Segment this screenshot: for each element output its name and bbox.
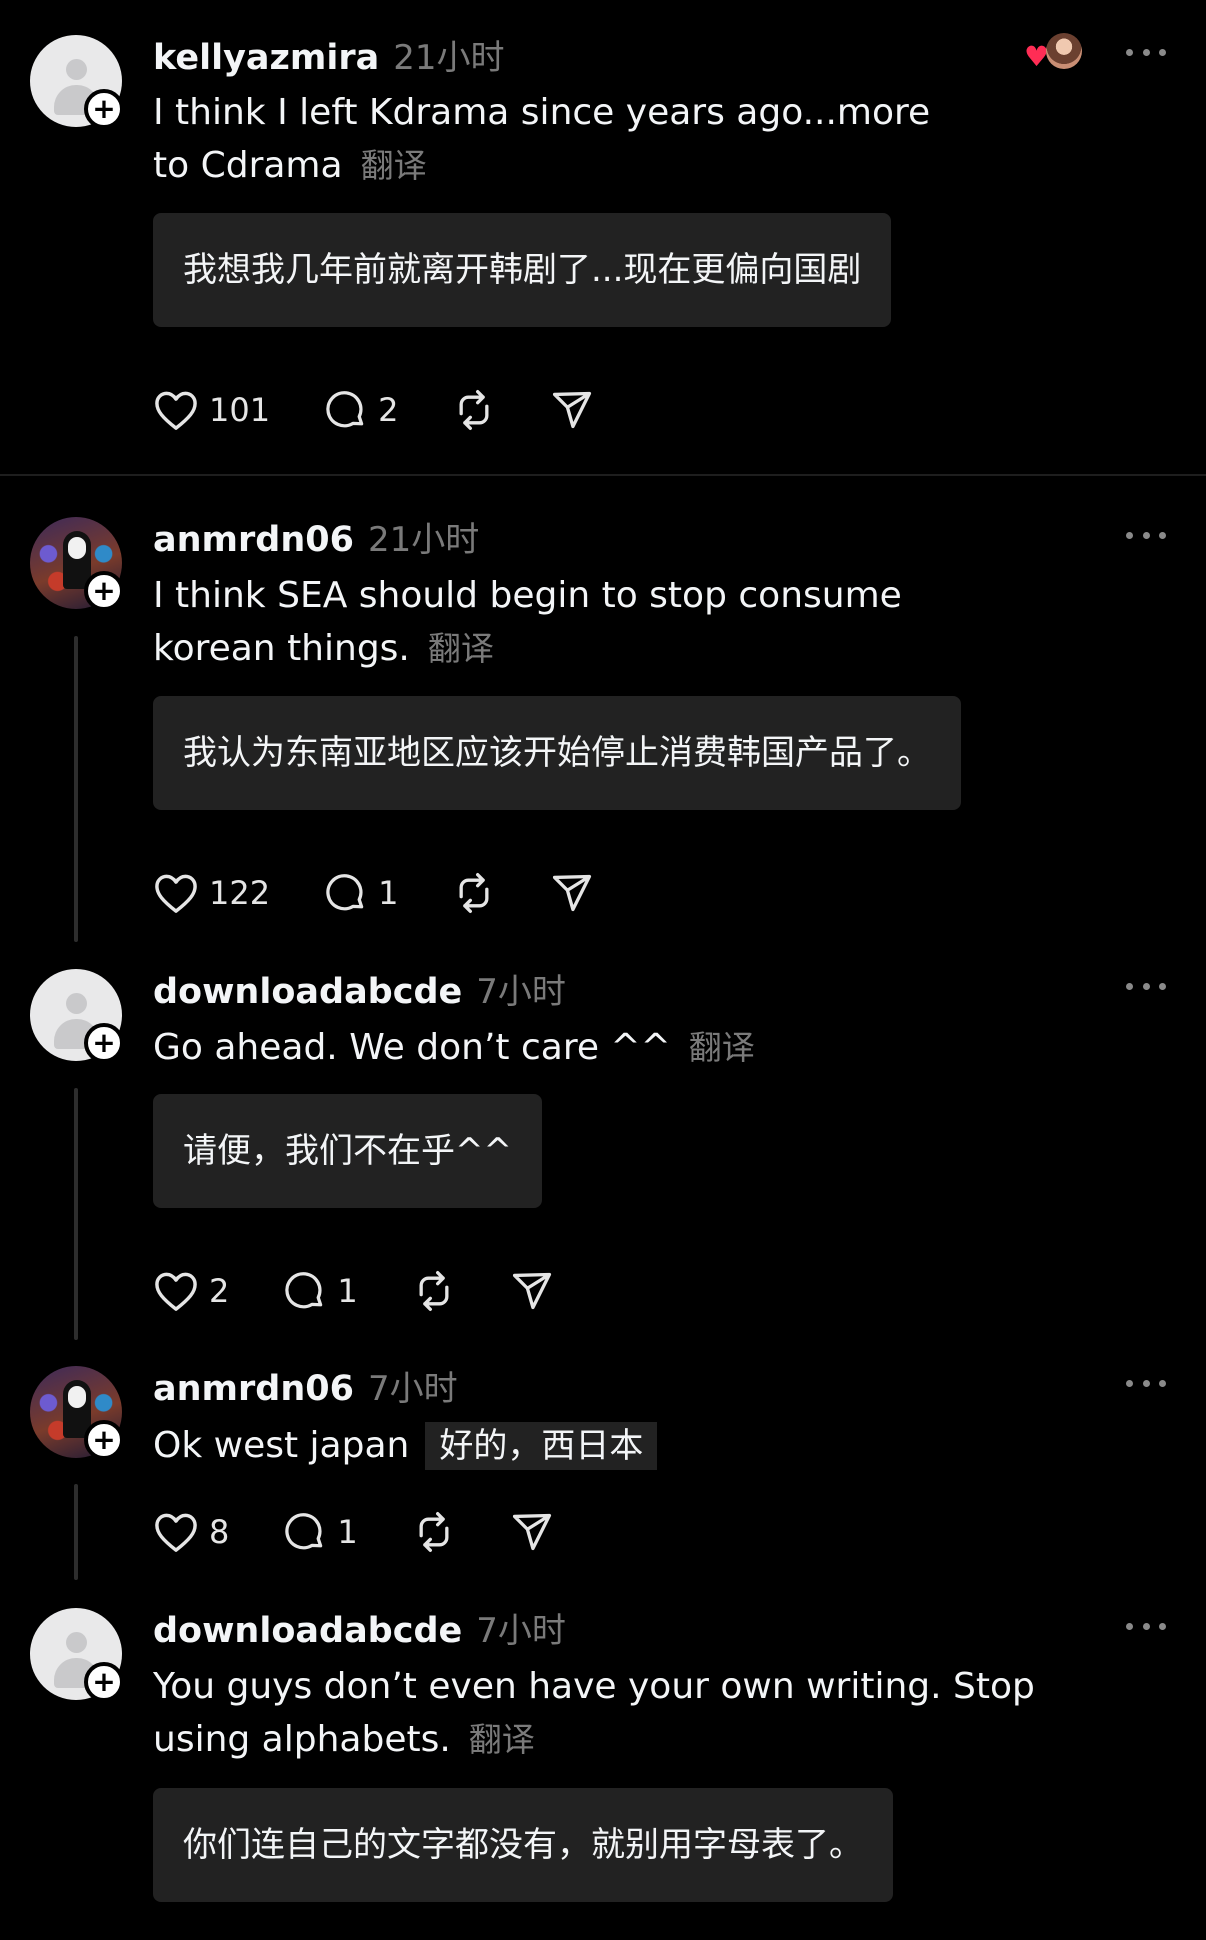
username[interactable]: kellyazmira 21小时 xyxy=(153,30,504,79)
thread-line xyxy=(74,636,78,942)
share-button[interactable] xyxy=(510,1510,554,1554)
post-text: You guys don’t even have your own writin… xyxy=(153,1666,1035,1760)
follow-plus-icon[interactable]: + xyxy=(84,1023,124,1063)
reply-count: 1 xyxy=(337,1513,358,1551)
send-icon xyxy=(553,391,592,429)
action-bar: 8 1 xyxy=(153,1507,608,1557)
like-button[interactable]: 101 xyxy=(153,389,270,431)
translation-box: 我想我几年前就离开韩剧了...现在更偏向国剧 xyxy=(153,213,892,327)
like-count: 122 xyxy=(209,874,271,912)
repost-icon xyxy=(419,1512,449,1552)
translate-link[interactable]: 翻译 xyxy=(689,1028,755,1067)
post-time: 7小时 xyxy=(476,1611,566,1651)
reply-button[interactable]: 1 xyxy=(324,871,398,915)
post-time: 7小时 xyxy=(367,1369,458,1409)
send-icon xyxy=(512,1272,551,1310)
inline-translation: 好的，西日本 xyxy=(425,1422,658,1470)
repost-icon xyxy=(459,873,489,913)
share-button[interactable] xyxy=(510,1269,554,1313)
share-button[interactable] xyxy=(550,871,594,915)
like-button[interactable]: 2 xyxy=(153,1270,229,1312)
reply-count: 1 xyxy=(378,874,399,912)
more-icon[interactable] xyxy=(1126,980,1166,992)
liker-avatar xyxy=(1046,33,1082,69)
comment-icon xyxy=(285,1272,323,1309)
more-icon[interactable] xyxy=(1126,46,1166,58)
more-icon[interactable] xyxy=(1126,1620,1166,1632)
reply-button[interactable]: 2 xyxy=(324,388,398,432)
more-icon[interactable] xyxy=(1126,529,1166,541)
avatar[interactable]: + xyxy=(30,517,124,611)
reply-count: 2 xyxy=(378,391,399,429)
reply-button[interactable]: 1 xyxy=(283,1510,358,1554)
like-button[interactable]: 122 xyxy=(153,872,270,914)
like-count: 101 xyxy=(209,391,271,429)
thread-line xyxy=(74,1088,78,1340)
username[interactable]: downloadabcde 7小时 xyxy=(153,964,566,1013)
avatar[interactable]: + xyxy=(30,35,124,129)
repost-icon xyxy=(459,390,489,430)
share-button[interactable] xyxy=(550,388,594,432)
follow-plus-icon[interactable]: + xyxy=(84,1420,124,1460)
username[interactable]: anmrdn06 7小时 xyxy=(153,1361,458,1410)
translate-link[interactable]: 翻译 xyxy=(361,146,427,185)
post-text: I think I left Kdrama since years ago...… xyxy=(153,92,931,186)
avatar[interactable]: + xyxy=(30,1366,124,1460)
username[interactable]: anmrdn06 21小时 xyxy=(153,512,479,561)
like-count: 2 xyxy=(209,1272,230,1310)
more-icon[interactable] xyxy=(1126,1377,1166,1389)
action-bar: 122 1 xyxy=(153,868,648,918)
liked-by-indicator[interactable]: ♥ xyxy=(1024,33,1084,73)
reply-count: 1 xyxy=(337,1272,358,1310)
post-time: 21小时 xyxy=(367,520,480,560)
post-text: I think SEA should begin to stop consume… xyxy=(153,575,902,669)
follow-plus-icon[interactable]: + xyxy=(84,1662,124,1702)
like-count: 8 xyxy=(209,1513,230,1551)
like-button[interactable]: 8 xyxy=(153,1511,229,1553)
post-time: 7小时 xyxy=(476,972,566,1012)
comment-icon xyxy=(326,391,364,428)
follow-plus-icon[interactable]: + xyxy=(84,571,124,611)
translation-box: 我认为东南亚地区应该开始停止消费韩国产品了。 xyxy=(153,696,961,810)
send-icon xyxy=(553,874,592,912)
username[interactable]: downloadabcde 7小时 xyxy=(153,1603,566,1652)
comment-icon xyxy=(326,874,364,911)
translate-link[interactable]: 翻译 xyxy=(469,1720,535,1759)
thread-line xyxy=(74,1484,78,1580)
repost-button[interactable] xyxy=(452,388,496,432)
translate-link[interactable]: 翻译 xyxy=(428,629,494,668)
comment-icon xyxy=(285,1513,323,1550)
send-icon xyxy=(512,1513,551,1551)
avatar[interactable]: + xyxy=(30,1608,124,1702)
divider xyxy=(0,474,1206,476)
heart-icon xyxy=(155,1272,197,1311)
reply-button[interactable]: 1 xyxy=(283,1269,358,1313)
post-text: Go ahead. We don’t care ^^ 翻译 xyxy=(153,1027,755,1068)
post-text: Ok west japan 好的，西日本 xyxy=(153,1419,1033,1472)
action-bar: 2 1 xyxy=(153,1266,608,1316)
heart-icon xyxy=(155,1513,197,1552)
translation-box: 请便，我们不在乎^^ xyxy=(153,1094,542,1208)
follow-plus-icon[interactable]: + xyxy=(84,89,124,129)
heart-icon xyxy=(155,391,197,430)
post-time: 21小时 xyxy=(393,38,505,78)
repost-button[interactable] xyxy=(412,1269,456,1313)
repost-button[interactable] xyxy=(452,871,496,915)
translation-box: 你们连自己的文字都没有，就别用字母表了。 xyxy=(153,1788,893,1902)
repost-icon xyxy=(419,1271,449,1311)
repost-button[interactable] xyxy=(412,1510,456,1554)
action-bar: 101 2 xyxy=(153,385,648,435)
avatar[interactable]: + xyxy=(30,969,124,1063)
heart-icon xyxy=(155,874,197,913)
